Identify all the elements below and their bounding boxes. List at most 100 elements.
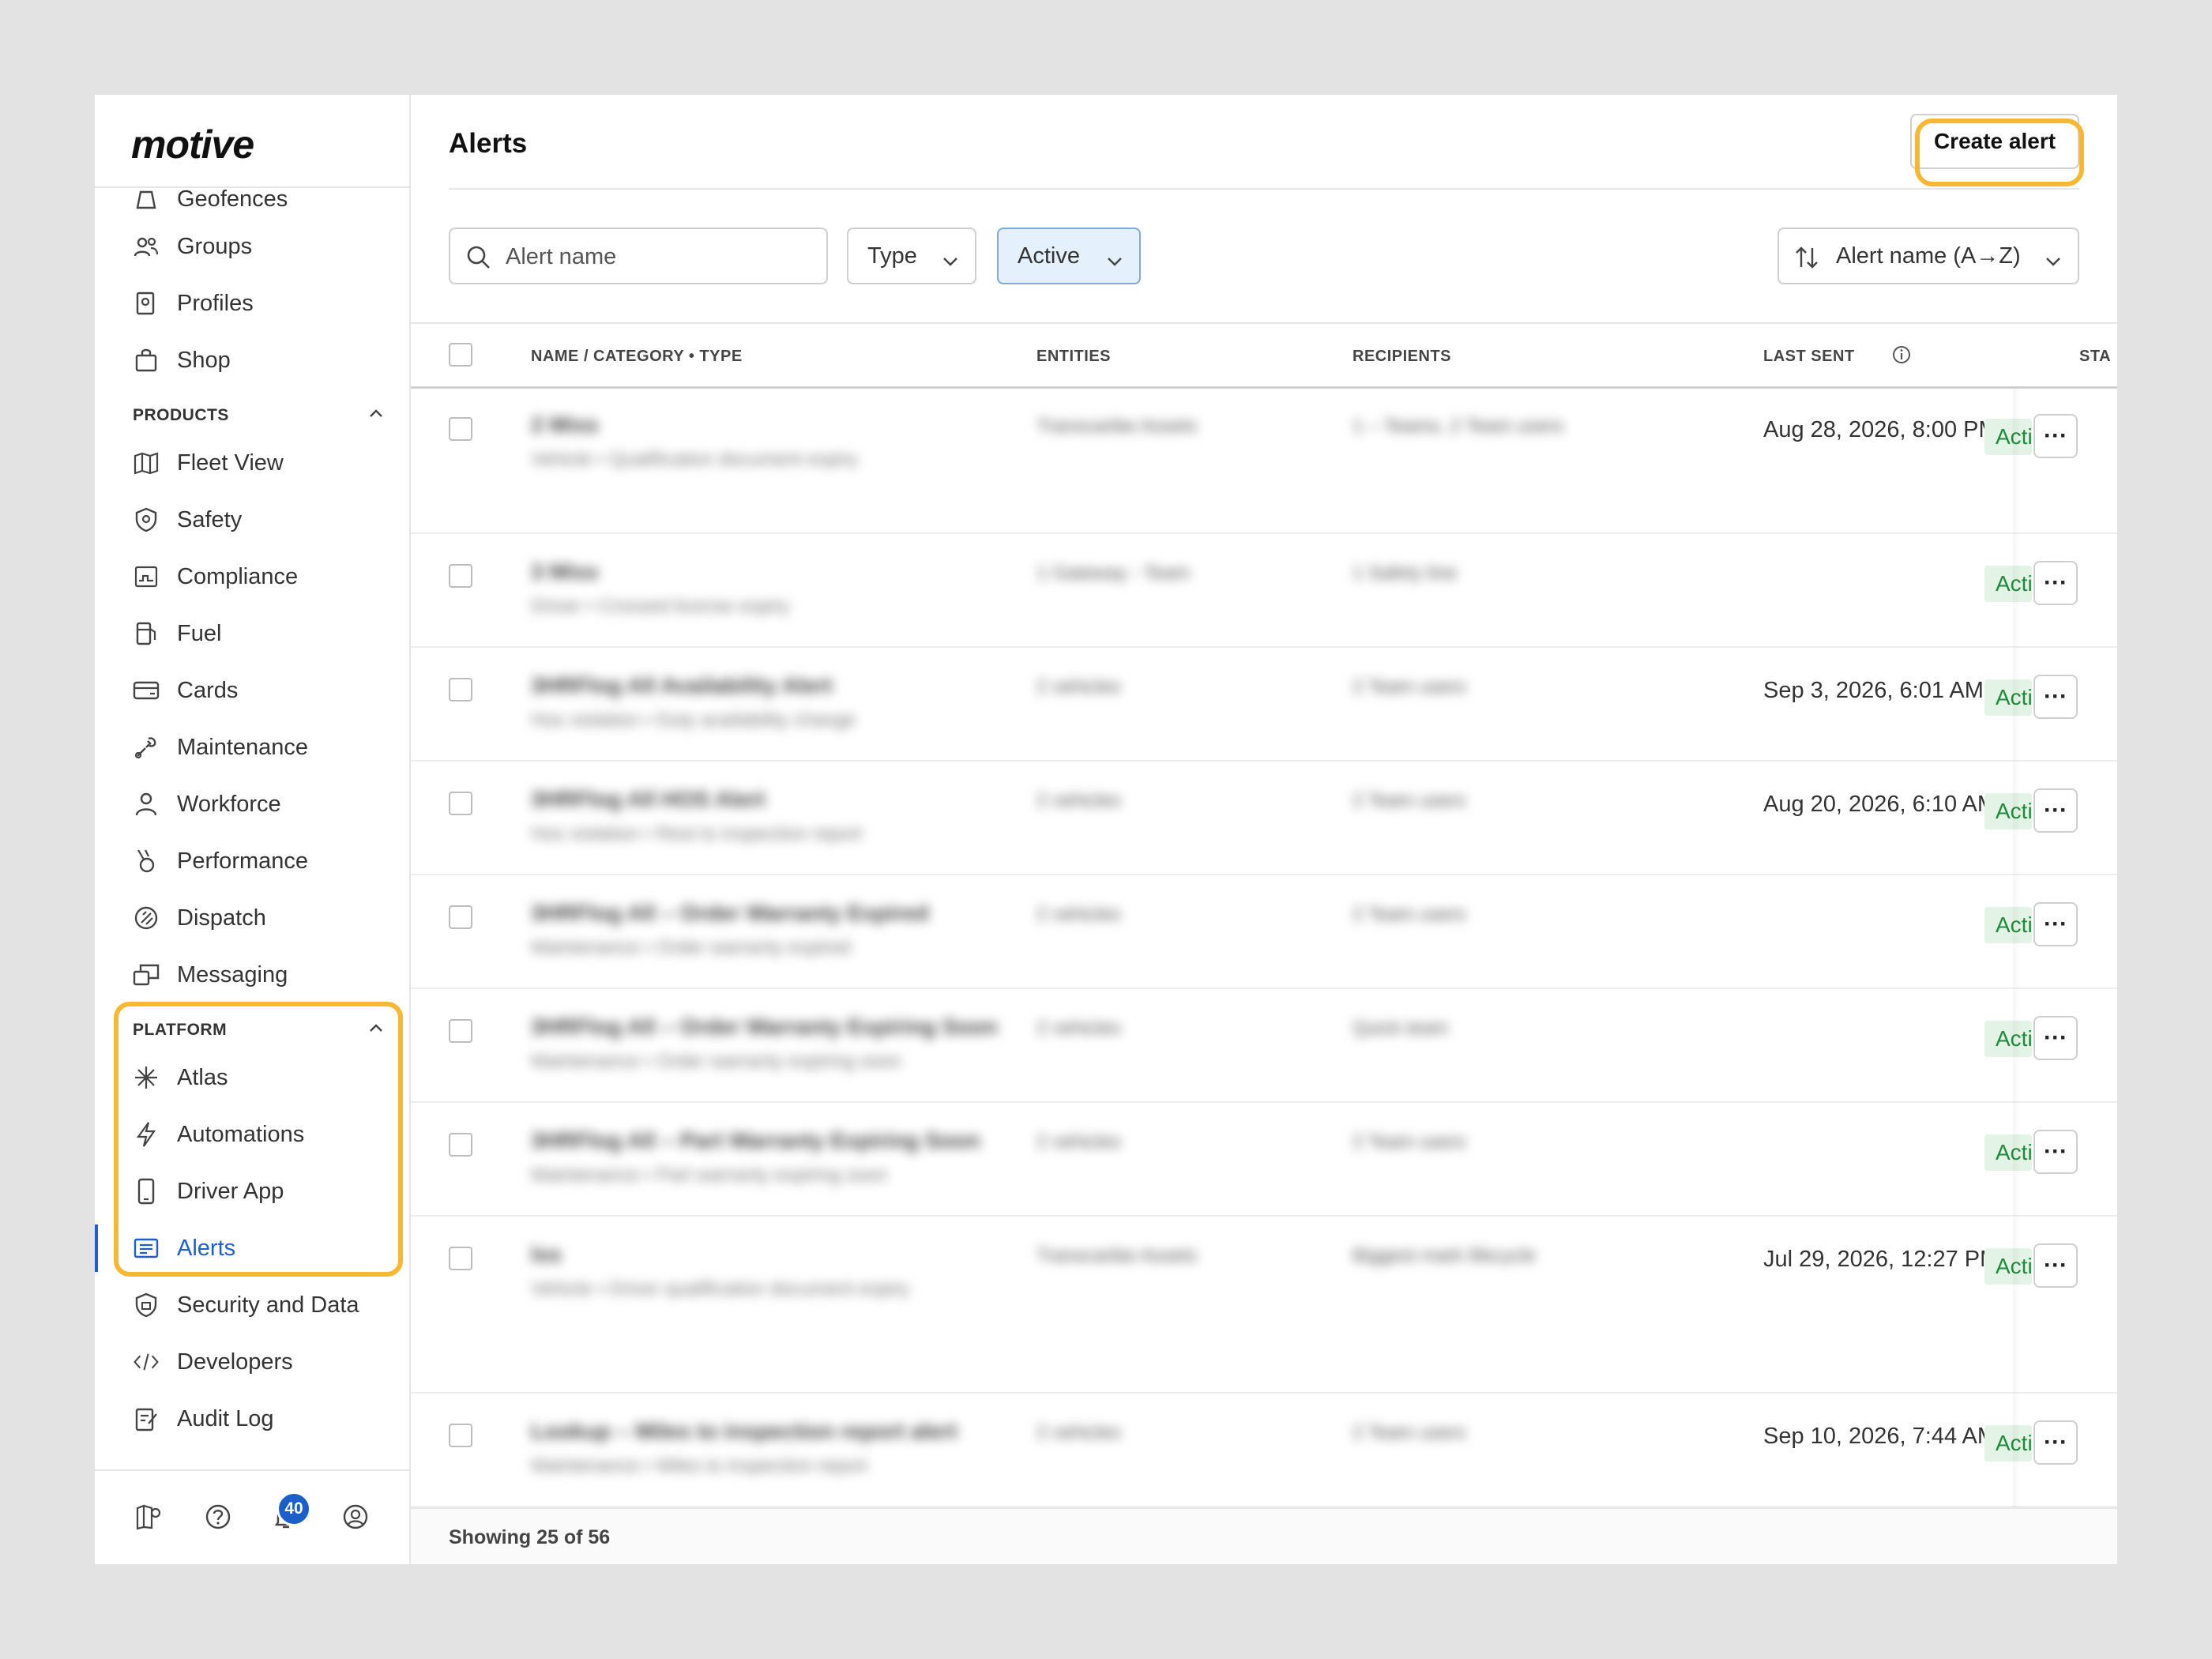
sidebar-item-profiles[interactable]: Profiles (95, 280, 411, 327)
alert-name[interactable]: 3HRFlog All Availability Alert (531, 673, 833, 698)
create-alert-button[interactable]: Create alert (1910, 114, 2079, 169)
sidebar-item-fuel[interactable]: Fuel (95, 610, 411, 657)
sidebar-item-workforce[interactable]: Workforce (95, 781, 411, 828)
more-actions-button[interactable]: ··· (2033, 1016, 2078, 1060)
sidebar-item-performance[interactable]: Performance (95, 837, 411, 885)
column-header-last-sent[interactable]: LAST SENT (1763, 348, 1855, 366)
more-actions-button[interactable]: ··· (2033, 414, 2078, 458)
last-sent-date: Jul 29, 2026, 12:27 PM (1763, 1247, 1999, 1272)
row-checkbox[interactable] (449, 1247, 472, 1270)
row-checkbox[interactable] (449, 1424, 472, 1447)
table-row[interactable]: 3HRFlog All Availability Alert Hos viola… (411, 648, 2117, 762)
sidebar-nav[interactable]: Geofences Groups Profiles Shop PRODUCTS … (95, 188, 411, 1563)
sidebar-item-geofences[interactable]: Geofences (95, 188, 411, 223)
more-actions-button[interactable]: ··· (2033, 788, 2078, 833)
select-all-checkbox[interactable] (449, 343, 472, 367)
row-checkbox[interactable] (449, 792, 472, 815)
sidebar-item-safety[interactable]: Safety (95, 496, 411, 544)
medal-icon (133, 848, 160, 875)
table-row[interactable]: 3 Miss Driver • Crossed license expiry 1… (411, 534, 2117, 648)
lock-shield-icon (133, 1292, 160, 1319)
alert-recipients: 1 Safety line (1352, 562, 1458, 584)
alert-name[interactable]: 3HRFlog All – Part Warranty Expiring Soo… (531, 1128, 980, 1153)
alert-category: Maintenance • Order warranty expiring so… (531, 1051, 901, 1072)
type-filter-dropdown[interactable]: Type (847, 228, 976, 284)
row-checkbox[interactable] (449, 1133, 472, 1157)
table-row[interactable]: 3HRFlog All – Part Warranty Expiring Soo… (411, 1103, 2117, 1217)
sort-icon (1793, 245, 1820, 276)
profiles-icon (133, 290, 160, 317)
row-checkbox[interactable] (449, 564, 472, 588)
alert-recipients: 1 – Teams, 2 Team users (1352, 416, 1564, 437)
more-actions-button[interactable]: ··· (2033, 1243, 2078, 1288)
info-icon[interactable] (1891, 344, 1912, 369)
status-badge: Active (1984, 679, 2032, 716)
map-pin-icon[interactable] (133, 1501, 164, 1533)
sidebar-item-shop[interactable]: Shop (95, 337, 411, 384)
alert-name[interactable]: 3HRFlog All – Order Warranty Expiring So… (531, 1014, 998, 1040)
column-header-recipients[interactable]: RECIPIENTS (1352, 348, 1451, 366)
row-checkbox[interactable] (449, 417, 472, 441)
sidebar-item-label: Developers (177, 1349, 293, 1375)
status-badge: Active (1984, 907, 2032, 943)
sidebar-item-label: Dispatch (177, 905, 266, 931)
alert-category: Hos violation • Duty availability change (531, 709, 856, 731)
table-row[interactable]: Iss Vehicle • Driver qualification docum… (411, 1217, 2117, 1394)
alert-name[interactable]: Lookup – Miles to inspection report aler… (531, 1419, 957, 1444)
more-actions-button[interactable]: ··· (2033, 902, 2078, 946)
card-icon (133, 677, 160, 704)
sidebar-item-compliance[interactable]: Compliance (95, 553, 411, 600)
search-input[interactable] (506, 239, 814, 275)
table-footer: Showing 25 of 56 (411, 1507, 2117, 1564)
table-row[interactable]: 3HRFlog All – Order Warranty Expiring So… (411, 989, 2117, 1103)
alert-recipients: 2 Team users (1352, 1422, 1466, 1443)
help-icon[interactable] (202, 1501, 234, 1533)
more-actions-button[interactable]: ··· (2033, 561, 2078, 605)
column-header-status[interactable]: STA (2079, 348, 2114, 366)
user-account-icon[interactable] (340, 1501, 371, 1533)
sidebar-item-cards[interactable]: Cards (95, 667, 411, 714)
alert-category: Vehicle • Driver qualification document … (531, 1278, 910, 1300)
sidebar-item-developers[interactable]: Developers (95, 1338, 411, 1386)
alert-name[interactable]: 2 Miss (531, 412, 599, 438)
column-header-entities[interactable]: ENTITIES (1036, 348, 1111, 366)
row-checkbox[interactable] (449, 678, 472, 702)
more-actions-button[interactable]: ··· (2033, 1420, 2078, 1465)
motive-logo[interactable]: motive (131, 122, 254, 167)
sidebar-item-label: Security and Data (177, 1292, 359, 1318)
alert-name[interactable]: 3HRFlog All HOS Alert (531, 787, 766, 812)
sidebar: motive Geofences Groups Profiles Shop PR… (95, 95, 411, 1564)
sidebar-item-audit-log[interactable]: Audit Log (95, 1395, 411, 1443)
alert-name[interactable]: Iss (531, 1242, 562, 1267)
app-window: motive Geofences Groups Profiles Shop PR… (95, 95, 2117, 1564)
status-badge: Active (1984, 1425, 2032, 1462)
more-actions-button[interactable]: ··· (2033, 675, 2078, 719)
table-row[interactable]: Lookup – Miles to inspection report aler… (411, 1394, 2117, 1507)
alert-entities: 2 vehicles (1036, 676, 1121, 698)
table-row[interactable]: 3HRFlog All HOS Alert Hos violation • Re… (411, 762, 2117, 875)
products-section-header[interactable]: PRODUCTS (133, 400, 386, 431)
sidebar-item-groups[interactable]: Groups (95, 223, 411, 270)
sidebar-item-dispatch[interactable]: Dispatch (95, 894, 411, 942)
alert-name[interactable]: 3HRFlog All – Order Warranty Expired (531, 901, 929, 926)
more-actions-button[interactable]: ··· (2033, 1130, 2078, 1174)
sidebar-item-maintenance[interactable]: Maintenance (95, 724, 411, 771)
sidebar-item-label: Profiles (177, 290, 254, 316)
column-header-name[interactable]: NAME / CATEGORY • TYPE (531, 348, 743, 366)
fuel-icon (133, 620, 160, 647)
table-row[interactable]: 2 Miss Vehicle • Qualification document … (411, 389, 2117, 534)
chevron-up-icon[interactable] (367, 404, 386, 427)
sidebar-item-messaging[interactable]: Messaging (95, 951, 411, 999)
sidebar-item-label: Compliance (177, 563, 299, 589)
notification-badge[interactable]: 40 (276, 1492, 311, 1526)
sidebar-item-fleet-view[interactable]: Fleet View (95, 439, 411, 487)
status-filter-dropdown[interactable]: Active (997, 228, 1141, 284)
table-row[interactable]: 3HRFlog All – Order Warranty Expired Mai… (411, 875, 2117, 989)
sidebar-item-security-and-data[interactable]: Security and Data (95, 1281, 411, 1329)
alert-name[interactable]: 3 Miss (531, 559, 599, 585)
sort-dropdown[interactable]: Alert name (A→Z) (1778, 228, 2079, 284)
section-label: PRODUCTS (133, 406, 229, 424)
row-checkbox[interactable] (449, 905, 472, 929)
row-checkbox[interactable] (449, 1019, 472, 1043)
search-field[interactable] (449, 228, 828, 284)
